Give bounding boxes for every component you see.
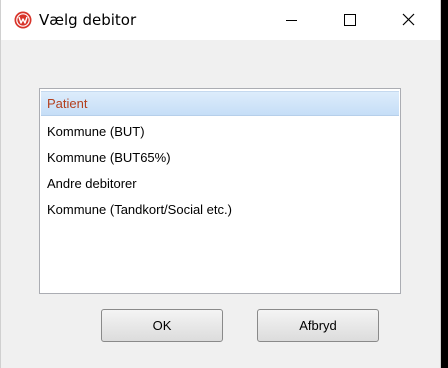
red-logo-icon: [14, 11, 32, 29]
list-item-label: Kommune (Tandkort/Social etc.): [47, 202, 232, 217]
list-item-andre-debitorer[interactable]: Andre debitorer: [41, 171, 399, 196]
list-item-patient[interactable]: Patient: [41, 91, 399, 116]
select-debtor-dialog: Vælg debitor Patient Kommune (BUT) Kommu…: [0, 0, 441, 368]
list-item-label: Patient: [47, 96, 88, 111]
minimize-icon: [286, 20, 297, 21]
background-edge: [441, 0, 448, 368]
ok-button[interactable]: OK: [101, 309, 223, 342]
cancel-button[interactable]: Afbryd: [257, 309, 379, 342]
close-icon: [402, 13, 415, 26]
list-item-label: Kommune (BUT65%): [47, 150, 171, 165]
minimize-button[interactable]: [266, 0, 316, 40]
list-item-kommune-tandkort[interactable]: Kommune (Tandkort/Social etc.): [41, 197, 399, 222]
list-item-label: Andre debitorer: [47, 176, 137, 191]
title-bar[interactable]: Vælg debitor: [1, 0, 440, 40]
maximize-icon: [344, 14, 356, 26]
list-item-kommune-but65[interactable]: Kommune (BUT65%): [41, 145, 399, 170]
debtor-listbox[interactable]: Patient Kommune (BUT) Kommune (BUT65%) A…: [39, 88, 401, 294]
list-item-kommune-but[interactable]: Kommune (BUT): [41, 119, 399, 144]
list-item-label: Kommune (BUT): [47, 124, 145, 139]
maximize-button[interactable]: [325, 0, 375, 40]
close-button[interactable]: [384, 0, 434, 40]
window-title: Vælg debitor: [39, 11, 137, 29]
